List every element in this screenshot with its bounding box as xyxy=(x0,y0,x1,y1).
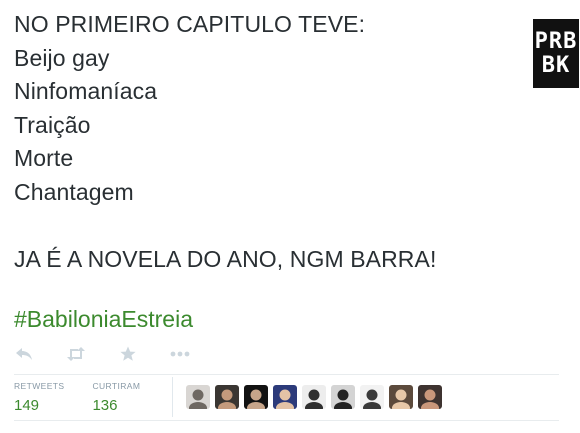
user-avatar[interactable] xyxy=(331,385,355,409)
stats-separator xyxy=(172,377,173,417)
user-avatar[interactable] xyxy=(418,385,442,409)
tweet-text: NO PRIMEIRO CAPITULO TEVE: Beijo gay Nin… xyxy=(14,8,524,276)
hashtag-link[interactable]: #BabiloniaEstreia xyxy=(14,303,193,336)
user-avatar[interactable] xyxy=(186,385,210,409)
retweets-stat[interactable]: RETWEETS 149 xyxy=(14,381,64,417)
likes-label: CURTIRAM xyxy=(92,381,141,391)
tweet-line: NO PRIMEIRO CAPITULO TEVE: xyxy=(14,11,366,37)
user-avatar[interactable] xyxy=(215,385,239,409)
tweet-line: Beijo gay xyxy=(14,44,110,71)
user-avatar[interactable] xyxy=(389,385,413,409)
user-avatar[interactable] xyxy=(244,385,268,409)
retweet-icon xyxy=(66,347,86,361)
divider-bottom xyxy=(14,420,559,421)
tweet-line: Morte xyxy=(14,145,74,171)
tweet-line: JA É A NOVELA DO ANO, NGM BARRA! xyxy=(14,245,437,272)
purebreak-logo: PRB BK xyxy=(533,19,579,88)
tweet-line: Ninfomaníaca xyxy=(14,78,158,104)
tweet-actions xyxy=(14,344,222,364)
reply-icon xyxy=(15,347,33,361)
more-options-button[interactable] xyxy=(170,344,190,364)
tweet-line: Chantagem xyxy=(14,178,134,205)
favorite-star-icon xyxy=(120,346,136,362)
likes-stat[interactable]: CURTIRAM 136 xyxy=(92,381,140,417)
retweets-count: 149 xyxy=(14,397,40,414)
user-avatar[interactable] xyxy=(360,385,384,409)
avatar-strip xyxy=(186,385,447,409)
reply-button[interactable] xyxy=(14,344,34,364)
divider-top xyxy=(14,374,559,375)
more-options-icon xyxy=(170,351,190,357)
tweet-line: Traição xyxy=(14,111,91,138)
favorite-button[interactable] xyxy=(118,344,138,364)
user-avatar[interactable] xyxy=(302,385,326,409)
logo-row-bottom: BK xyxy=(541,52,571,78)
retweets-label: RETWEETS xyxy=(14,381,65,391)
retweet-button[interactable] xyxy=(66,344,86,364)
tweet-stats: RETWEETS 149 CURTIRAM 136 xyxy=(14,381,168,417)
user-avatar[interactable] xyxy=(273,385,297,409)
logo-row-top: PRB xyxy=(534,28,578,54)
likes-count: 136 xyxy=(92,397,118,414)
